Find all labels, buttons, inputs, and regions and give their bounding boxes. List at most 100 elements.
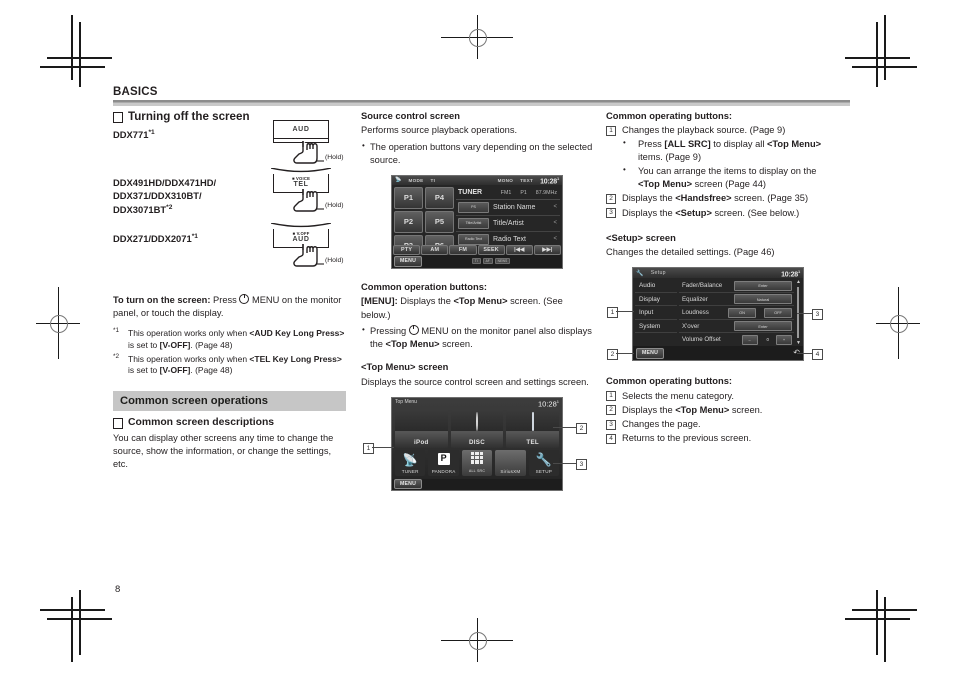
function-button-next[interactable]: ▶▶|: [533, 244, 562, 255]
screen-bottom-bar: MENU: [392, 478, 562, 490]
top-menu-tile-tuner[interactable]: 📡 TUNER: [395, 449, 426, 476]
tag-button[interactable]: Radio Text: [458, 233, 489, 245]
list-item: 1 Selects the menu category.: [606, 390, 839, 403]
crop-mark-tr-v2: [884, 15, 886, 80]
callout-number: 4: [606, 433, 616, 444]
top-menu-tile-pandora[interactable]: P PANDORA: [428, 449, 459, 476]
hold-label: (Hold): [325, 256, 344, 264]
chevron-left-icon[interactable]: <: [553, 236, 560, 242]
callout-leader: [616, 311, 634, 313]
top-menu-tile-all-src[interactable]: ALL SRC: [461, 449, 493, 476]
key-face: AUD: [273, 119, 329, 139]
top-menu-tile-ipod[interactable]: iPod: [395, 409, 448, 448]
tile-label: TEL: [526, 439, 539, 447]
callout-1: 1: [607, 307, 618, 319]
operating-buttons-list-1: 1 Changes the playback source. (Page 9) …: [606, 124, 839, 219]
footnote-item: *1 This operation works only when <AUD K…: [113, 328, 346, 351]
heading-source-control-screen: Source control screen: [361, 110, 460, 121]
setting-value-minus[interactable]: –: [741, 334, 758, 345]
menu-button[interactable]: MENU: [394, 479, 422, 490]
crop-mark-tr-h: [845, 57, 910, 59]
setting-value-current: 0: [766, 337, 769, 343]
callout-leader: [372, 446, 394, 448]
top-menu-tile-disc[interactable]: DISC: [450, 409, 504, 448]
setting-label: X'over: [682, 322, 700, 330]
setting-value[interactable]: Enter: [734, 321, 792, 332]
hold-label: (Hold): [325, 201, 344, 209]
frequency: 87.9MHz: [535, 189, 557, 196]
indicator-ti: TI: [471, 258, 481, 265]
item-text-a: Displays the: [622, 404, 676, 415]
top-menu-main-tiles: iPod DISC TEL: [395, 409, 560, 448]
list-item: 2 Displays the <Handsfree> screen. (Page…: [606, 192, 839, 205]
callout-leader: [797, 313, 812, 315]
preset-button[interactable]: P4: [425, 186, 454, 209]
function-button-pty[interactable]: PTY: [393, 244, 421, 255]
setup-row[interactable]: Loudness ON OFF: [679, 306, 794, 320]
setup-settings-list: Fader/Balance Enter Equalizer Natural Lo…: [679, 279, 794, 346]
callout-1: 1: [363, 442, 374, 454]
setting-value-on[interactable]: ON: [728, 307, 756, 318]
setup-row[interactable]: X'over Enter: [679, 320, 794, 334]
preset-button[interactable]: P1: [394, 186, 423, 209]
status-text: TEXT: [520, 177, 534, 183]
tile-label: SiriusXM: [500, 469, 521, 475]
item-text: Changes the playback source. (Page 9): [622, 125, 786, 136]
callout-leader: [553, 462, 576, 464]
setup-screen-image: 🔧 Setup 10:281 Audio Display Input Syste…: [632, 267, 804, 362]
setup-row[interactable]: Equalizer Natural: [679, 293, 794, 307]
screen-bottom-bar: MENU ↶: [633, 346, 803, 361]
setting-value-plus[interactable]: +: [776, 334, 792, 345]
subsection-heading-label: Common screen descriptions: [128, 416, 275, 428]
button-illustration-tel: ■ VOICE TEL (Hold): [271, 167, 344, 212]
info-row[interactable]: PS Station Name <: [456, 200, 560, 216]
tag-button[interactable]: PS: [458, 201, 489, 213]
setup-row[interactable]: Fader/Balance Enter: [679, 279, 794, 293]
function-button-seek[interactable]: SEEK: [477, 244, 505, 255]
heading-common-operation-buttons: Common operation buttons:: [361, 280, 488, 292]
footnote-list: *1 This operation works only when <AUD K…: [113, 328, 346, 377]
tile-label: DISC: [469, 439, 485, 447]
crop-mark-br-v: [876, 590, 878, 655]
turn-on-text-a: Press: [210, 294, 240, 305]
setup-row[interactable]: Volume Offset – 0 +: [679, 333, 794, 346]
preset-number: P1: [520, 189, 527, 196]
setup-category-audio[interactable]: Audio: [635, 279, 677, 293]
tag-button[interactable]: Title/Artist: [458, 217, 489, 229]
function-button-prev[interactable]: |◀◀: [505, 244, 533, 255]
setting-value[interactable]: Enter: [734, 280, 792, 291]
setting-value[interactable]: Natural: [734, 294, 792, 305]
setup-category-display[interactable]: Display: [635, 293, 677, 307]
list-item: 3 Changes the page.: [606, 418, 839, 431]
band-info: FM1 P1 87.9MHz: [501, 190, 560, 196]
chevron-left-icon[interactable]: <: [553, 204, 560, 210]
menu-button[interactable]: MENU: [636, 347, 664, 359]
callout-number: 2: [606, 405, 616, 416]
setting-value-off[interactable]: OFF: [764, 307, 792, 318]
footnote-ref: *1: [148, 128, 155, 136]
item-bold: <Top Menu>: [675, 404, 730, 415]
menu-button[interactable]: MENU: [394, 255, 422, 267]
disc-icon: [476, 411, 478, 431]
setup-category-input[interactable]: Input: [635, 306, 677, 320]
preset-button[interactable]: P5: [425, 210, 454, 233]
info-row[interactable]: Title/Artist Title/Artist <: [456, 216, 560, 232]
setup-category-system[interactable]: System: [635, 320, 677, 334]
footnote-bold-b: [V-OFF]: [159, 365, 191, 376]
tuner-header-row: TUNER FM1 P1 87.9MHz: [456, 187, 560, 200]
callout-number: 1: [606, 391, 616, 402]
callout-2: 2: [607, 349, 618, 361]
menu-bold: <Top Menu>: [453, 296, 508, 307]
scroll-up-icon[interactable]: ▲: [796, 279, 801, 285]
top-menu-tile-tel[interactable]: TEL: [506, 409, 560, 448]
chevron-left-icon[interactable]: <: [553, 220, 560, 226]
top-menu-tile-siriusxm[interactable]: SiriusXM: [495, 449, 526, 476]
turn-on-paragraph: To turn on the screen: Press MENU on the…: [113, 292, 346, 320]
status-mode: MODE: [408, 177, 424, 183]
preset-button[interactable]: P2: [394, 210, 423, 233]
function-button-am[interactable]: AM: [421, 244, 449, 255]
function-button-fm[interactable]: FM: [449, 244, 477, 255]
footnote-mark: *1: [113, 327, 120, 335]
tile-label: SETUP: [535, 469, 552, 475]
top-menu-body: Displays the source control screen and s…: [361, 376, 589, 387]
